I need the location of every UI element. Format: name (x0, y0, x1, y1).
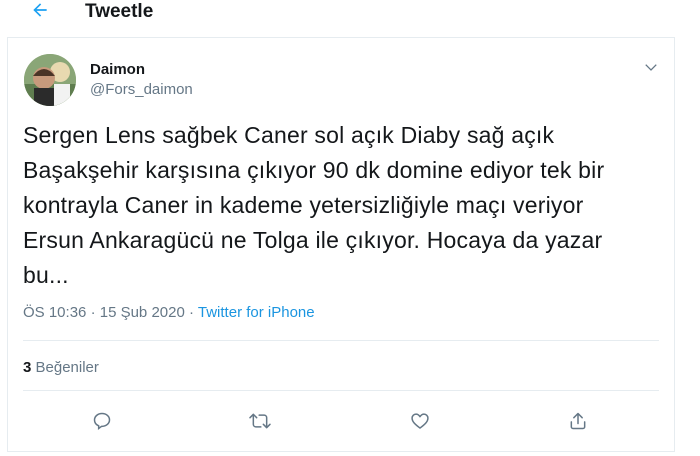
meta-separator: · (188, 304, 194, 321)
author-name[interactable]: Daimon (90, 61, 145, 78)
share-button[interactable] (561, 404, 595, 438)
card-bottom-border (7, 451, 675, 452)
reply-button[interactable] (85, 404, 119, 438)
divider (23, 390, 659, 391)
retweet-icon (249, 413, 271, 429)
divider (23, 340, 659, 341)
likes-stat[interactable]: 3 Beğeniler (23, 359, 99, 376)
like-heart-icon (411, 413, 429, 429)
tweet-time[interactable]: ÖS 10:36 (23, 304, 86, 321)
likes-count: 3 (23, 359, 32, 376)
author-handle[interactable]: @Fors_daimon (90, 81, 193, 98)
chevron-down-icon (645, 64, 657, 71)
reply-icon (93, 412, 111, 430)
tweet-actions (8, 404, 674, 438)
tweet-source-link[interactable]: Twitter for iPhone (198, 304, 315, 321)
top-bar: Tweetle (0, 0, 680, 26)
page-title: Tweetle (85, 1, 154, 22)
meta-separator: · (90, 304, 96, 321)
like-button[interactable] (403, 404, 437, 438)
tweet-meta: ÖS 10:36 · 15 Şub 2020 · Twitter for iPh… (23, 304, 315, 321)
retweet-button[interactable] (243, 404, 277, 438)
tweet-date[interactable]: 15 Şub 2020 (100, 304, 185, 321)
back-button[interactable] (28, 0, 52, 22)
tweet-card: Daimon @Fors_daimon Sergen Lens sağbek C… (7, 37, 675, 452)
share-icon (570, 412, 586, 430)
tweet-text: Sergen Lens sağbek Caner sol açık Diaby … (23, 122, 605, 288)
likes-label: Beğeniler (35, 359, 99, 376)
back-arrow-icon (33, 3, 47, 17)
avatar[interactable] (24, 54, 76, 106)
avatar-image (24, 54, 76, 106)
more-options-button[interactable] (640, 56, 662, 78)
